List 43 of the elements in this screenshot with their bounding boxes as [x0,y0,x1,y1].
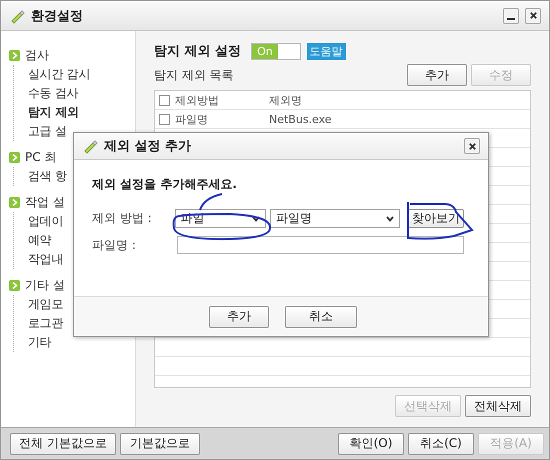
checkbox[interactable] [159,114,170,124]
close-button[interactable] [464,138,480,154]
table-cell: 파일명 [175,112,208,126]
footer-button[interactable]: 확인(O) [338,432,404,454]
sidebar-group[interactable]: 기타 설 [25,276,65,294]
pen-mark [404,200,474,240]
close-icon [528,11,538,20]
minimize-button[interactable] [503,8,519,24]
close-button[interactable] [525,8,541,24]
delete-button[interactable]: 전체삭제 [465,395,531,417]
dialog-button[interactable]: 취소 [285,306,357,328]
type-select[interactable]: 파일명 [270,209,400,228]
caret-icon [386,216,394,222]
section-heading: 탐지 제외 설정 [154,43,242,60]
list-title: 탐지 제외 목록 [154,66,235,84]
dialog-button[interactable]: 추가 [209,306,269,328]
reset-button[interactable]: 전체 기본값으로 [10,432,116,454]
pencil-icon [9,8,25,24]
reset-button[interactable]: 기본값으로 [120,432,200,454]
sidebar-item[interactable]: 기타 [28,333,135,352]
sidebar-group[interactable]: 작업 설 [25,194,65,210]
minimize-icon [507,18,515,20]
list-button[interactable]: 추가 [407,64,467,86]
footer-button[interactable]: 취소(C) [408,432,474,454]
sidebar-group[interactable]: 검사 [25,46,49,64]
pencil-icon [82,138,98,154]
caret-icon [252,216,260,222]
table-cell: NetBus.exe [269,112,332,126]
dialog-title: 제외 설정 추가 [104,138,192,155]
sidebar-item[interactable]: 실시간 감시 [28,65,135,84]
column-header: 제외방법 [175,92,219,108]
column-header: 제외명 [269,92,302,108]
file-name-field[interactable] [176,236,464,254]
browse-button[interactable]: 찾아보기 [408,209,464,228]
field-label: 파일명 : [92,236,137,254]
sidebar-group[interactable]: PC 최 [25,148,56,166]
checkbox[interactable] [159,94,170,106]
sidebar-item[interactable]: 탐지 제외 [28,103,135,122]
dialog-prompt: 제외 설정을 추가해주세요. [92,176,238,193]
close-icon [468,142,476,150]
window-title: 환경설정 [31,8,84,24]
field-label: 제외 방법 : [92,210,153,227]
sidebar-item[interactable]: 수동 검사 [28,84,135,103]
